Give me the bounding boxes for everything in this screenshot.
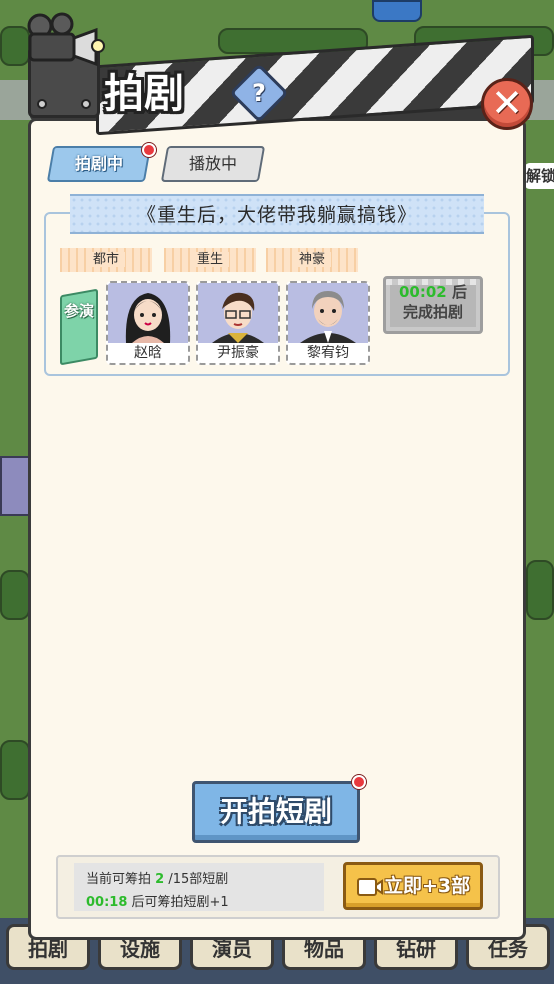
genre-tag-label: 神豪 [292,252,331,267]
question-mark-icon: ? [252,79,266,107]
actor-card[interactable]: 尹振豪 [196,281,280,365]
genre-tag-label: 重生 [190,252,229,267]
close-button[interactable]: ✕ [481,78,533,130]
modal-title: 拍剧 [104,71,184,117]
actor-name: 尹振豪 [217,345,259,361]
unlock-side-label[interactable]: 解锁 [524,163,554,189]
cast-label: 参演 [63,302,94,320]
car [372,0,422,22]
tab-notification-badge [142,143,156,157]
actor-name: 黎宥钧 [307,345,349,361]
timer-countdown: 00:02 后 [390,281,476,302]
quota-suffix: /15部短剧 [168,872,229,887]
quota-prefix: 当前可筹拍 [86,872,152,887]
building [0,456,30,516]
actor-card[interactable]: 赵晗 [106,281,190,365]
close-icon: ✕ [491,81,523,125]
tab-airing-label: 播放中 [188,154,237,173]
drama-title: 《重生后，大佬带我躺赢搞钱》 [70,194,484,234]
older-male-actor-portrait [288,283,368,343]
quota-value: 2 [155,872,165,887]
hedge [526,560,554,620]
hedge [0,740,30,800]
timer-status: 完成拍剧 [402,303,463,321]
movie-camera-icon [27,12,105,67]
start-filming-button[interactable]: 开拍短剧 [192,781,360,843]
cast-ribbon: 参演 [60,288,98,366]
tab-airing[interactable]: 播放中 [160,146,266,182]
male-actor-glasses-portrait [198,283,278,343]
film-timer: 00:02 后 完成拍剧 [383,276,483,334]
genre-tag-label: 都市 [86,252,125,267]
tab-filming[interactable]: 拍剧中 [46,146,152,182]
timer-suffix: 后 [451,283,467,301]
genre-tag: 神豪 [266,248,358,272]
video-ad-icon [357,878,383,896]
tab-filming-label: 拍剧中 [74,154,123,173]
timer-time: 00:02 [399,283,447,301]
actor-name: 赵晗 [134,345,162,361]
hedge [0,570,30,620]
genre-tag: 重生 [164,248,256,272]
genre-tag: 都市 [60,248,152,272]
female-actor-portrait [108,283,188,343]
instant-boost-button[interactable]: 立即+3部 [343,862,483,910]
actor-card[interactable]: 黎宥钧 [286,281,370,365]
quota-refill: 00:18 后可筹拍短剧+1 [86,891,229,910]
boost-label: 立即+3部 [384,875,471,897]
refill-text: 后可筹拍短剧+1 [131,895,229,910]
quota-count: 当前可筹拍 2 /15部短剧 [86,868,228,887]
start-button-badge [352,775,366,789]
refill-time: 00:18 [86,895,128,910]
